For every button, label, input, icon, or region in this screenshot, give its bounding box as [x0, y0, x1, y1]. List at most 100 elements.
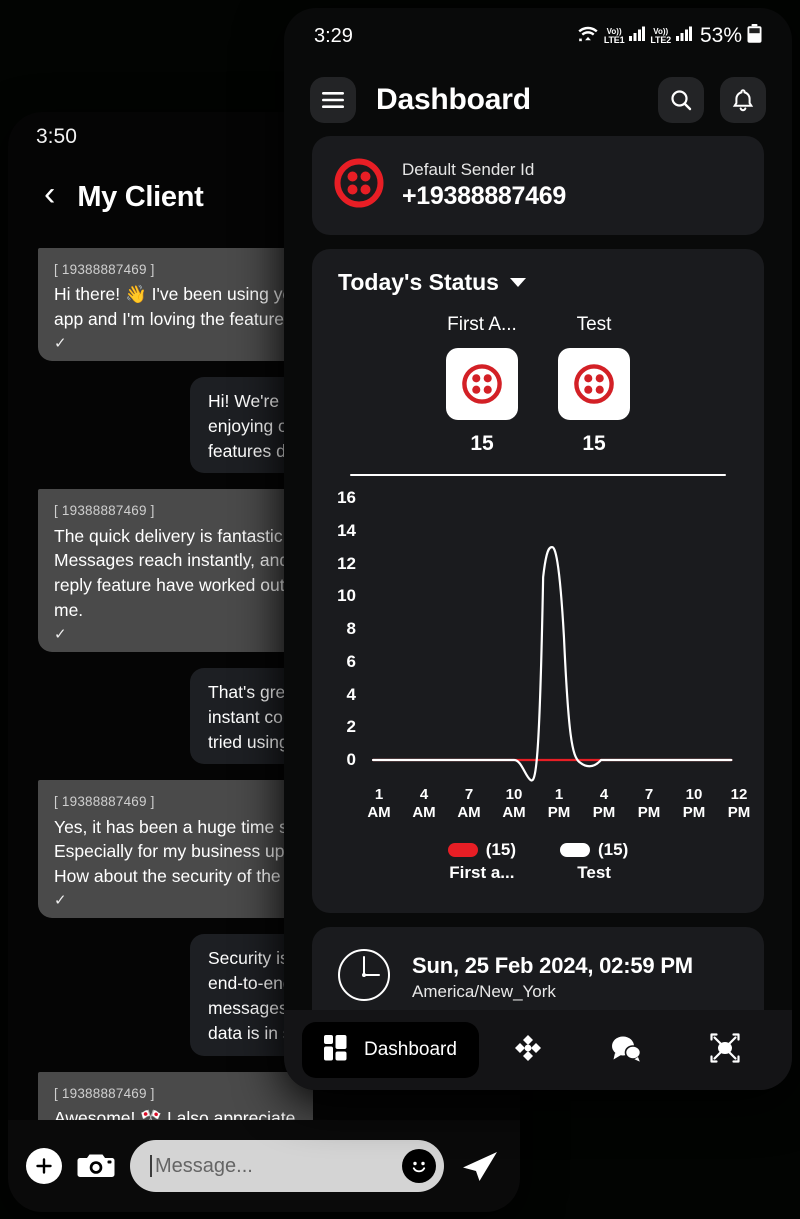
- sender-info: Default Sender Id +19388887469: [402, 160, 566, 211]
- legend-label: First a...: [449, 863, 515, 882]
- message-input[interactable]: Message...: [130, 1140, 444, 1192]
- delivered-check-icon: ✓: [54, 892, 67, 910]
- chart-y-tick: 10: [337, 586, 356, 606]
- chart-legend-item[interactable]: (15) Test: [560, 840, 628, 883]
- status-tiles: First A... 15 Test 15: [312, 314, 764, 456]
- chat-title: My Client: [77, 180, 204, 213]
- signal-sim2-icon: [675, 26, 692, 46]
- delivered-check-icon: ✓: [54, 625, 67, 643]
- status-tile-name: First A...: [447, 314, 517, 335]
- nav-item-broadcast[interactable]: [676, 1032, 774, 1068]
- clock-icon: [336, 947, 392, 1008]
- default-sender-card[interactable]: Default Sender Id +19388887469: [312, 136, 764, 235]
- status-chart: 16 14 12 10 8 6 4 2 0 1 AM 4 AM 7 AM 10 AM 1 PM 4 PM 7 PM 10 PM…: [312, 476, 764, 899]
- message-line: Hi there! 👋 I've been using your: [54, 284, 308, 305]
- chart-x-axis: 1 AM 4 AM 7 AM 10 AM 1 PM 4 PM 7 PM 10 PM 12 PM: [362, 786, 756, 822]
- status-tile[interactable]: First A... 15: [446, 314, 518, 456]
- chart-y-tick: 2: [346, 717, 356, 737]
- chart-x-tick: 10 AM: [502, 786, 526, 821]
- send-icon[interactable]: [458, 1146, 502, 1186]
- camera-icon[interactable]: [76, 1149, 116, 1183]
- message-line: app and I'm loving the features: [54, 309, 293, 329]
- bottom-navigation: Dashboard: [284, 1010, 792, 1090]
- chat-status-time: 3:50: [36, 125, 77, 148]
- message-line: reply feature have worked out: [54, 575, 285, 596]
- chart-legend: (15) First a... (15) Test: [312, 840, 764, 899]
- twilio-logo-icon: [334, 158, 384, 213]
- todays-status-card: Today's Status First A... 15 Test 15 16 14…: [312, 249, 764, 913]
- page-title: Dashboard: [376, 83, 531, 116]
- text-caret: [150, 1155, 152, 1177]
- legend-count: (15): [485, 840, 516, 859]
- chevron-left-icon[interactable]: ‹: [44, 177, 55, 211]
- nav-item-campaign[interactable]: [479, 1033, 577, 1068]
- chart-x-tick: 10 PM: [682, 786, 706, 821]
- nav-item-chat[interactable]: [577, 1034, 675, 1067]
- delivered-check-icon: ✓: [54, 334, 67, 352]
- chart-y-tick: 6: [346, 651, 356, 671]
- message-bubble: [ 19388887469 ] Yes, it has been a huge t…: [38, 780, 306, 919]
- legend-swatch: [447, 843, 478, 857]
- dashboard-appbar: Dashboard: [284, 64, 792, 136]
- status-tile-logo: [558, 348, 630, 420]
- volte-sim1-icon: Vo)) LTE1: [603, 26, 625, 45]
- message-sender: [ 19388887469 ]: [54, 794, 155, 810]
- dashboard-status-bar: 3:29 Vo)) LTE1 Vo)) LTE2 53%: [284, 8, 792, 64]
- chart-y-tick: 0: [346, 750, 356, 769]
- dashboard-grid-icon: [324, 1034, 352, 1066]
- message-sender: [ 19388887469 ]: [54, 1085, 155, 1101]
- chat-input-bar: Message...: [8, 1120, 520, 1212]
- todays-status-header[interactable]: Today's Status: [312, 269, 764, 296]
- hamburger-menu-icon[interactable]: [310, 77, 356, 123]
- chart-series-line: [373, 547, 731, 780]
- battery-icon: [747, 24, 762, 48]
- chart-legend-item[interactable]: (15) First a...: [447, 840, 516, 883]
- system-icons: Vo)) LTE1 Vo)) LTE2 53%: [577, 24, 762, 48]
- chart-y-tick: 8: [346, 619, 356, 638]
- chevron-down-icon[interactable]: [509, 278, 526, 287]
- battery-percent: 53%: [699, 24, 742, 47]
- plus-icon[interactable]: [26, 1148, 62, 1184]
- message-input-placeholder: Message...: [155, 1154, 253, 1177]
- chart-x-tick: 7 AM: [457, 786, 481, 821]
- message-line: Especially for my business up: [54, 841, 285, 862]
- message-line: The quick delivery is fantastic.: [54, 525, 288, 546]
- message-bubble: [ 19388887469 ] The quick delivery is fan…: [38, 489, 308, 652]
- time-info: Sun, 25 Feb 2024, 02:59 PM America/New_Y…: [412, 953, 693, 1002]
- nav-item-dashboard[interactable]: Dashboard: [302, 1022, 479, 1078]
- chart-lines: [364, 490, 744, 782]
- sender-number: +19388887469: [402, 182, 566, 210]
- search-icon[interactable]: [658, 77, 704, 123]
- signal-sim1-icon: [629, 26, 646, 46]
- current-datetime: Sun, 25 Feb 2024, 02:59 PM: [412, 953, 693, 978]
- chart-x-tick: 7 PM: [637, 786, 661, 821]
- diamond-nodes-icon: [513, 1033, 543, 1068]
- message-line: How about the security of the: [54, 866, 281, 887]
- status-tile[interactable]: Test 15: [558, 314, 630, 456]
- chart-x-tick: 12 PM: [727, 786, 751, 821]
- bell-icon[interactable]: [720, 77, 766, 123]
- chart-y-tick: 12: [337, 553, 356, 573]
- message-line: Yes, it has been a huge time s: [54, 816, 288, 837]
- broadcast-network-icon: [710, 1032, 740, 1068]
- smiley-icon[interactable]: [402, 1149, 436, 1183]
- legend-count: (15): [598, 840, 629, 859]
- chart-x-tick: 1 AM: [367, 786, 391, 821]
- nav-label-dashboard: Dashboard: [364, 1039, 457, 1060]
- status-tile-logo: [446, 348, 518, 420]
- chart-y-tick: 16: [337, 488, 356, 507]
- chart-plot-area: 16 14 12 10 8 6 4 2 0: [320, 488, 752, 782]
- chart-y-tick: 4: [346, 684, 356, 704]
- wifi-icon: [577, 25, 599, 47]
- legend-swatch: [560, 843, 590, 857]
- chart-y-tick: 14: [337, 520, 356, 540]
- message-line: me.: [54, 600, 84, 621]
- status-tile-count: 15: [582, 432, 606, 455]
- chart-x-tick: 4 AM: [412, 786, 436, 821]
- chat-bubbles-icon: [610, 1034, 642, 1067]
- current-timezone: America/New_York: [412, 982, 556, 1001]
- status-tile-name: Test: [576, 314, 612, 335]
- message-bubble: [ 19388887469 ] Hi there! 👋 I've been usi…: [38, 248, 326, 361]
- dashboard-phone: 3:29 Vo)) LTE1 Vo)) LTE2 53% Dashboard D…: [284, 8, 792, 1090]
- legend-label: Test: [577, 863, 611, 882]
